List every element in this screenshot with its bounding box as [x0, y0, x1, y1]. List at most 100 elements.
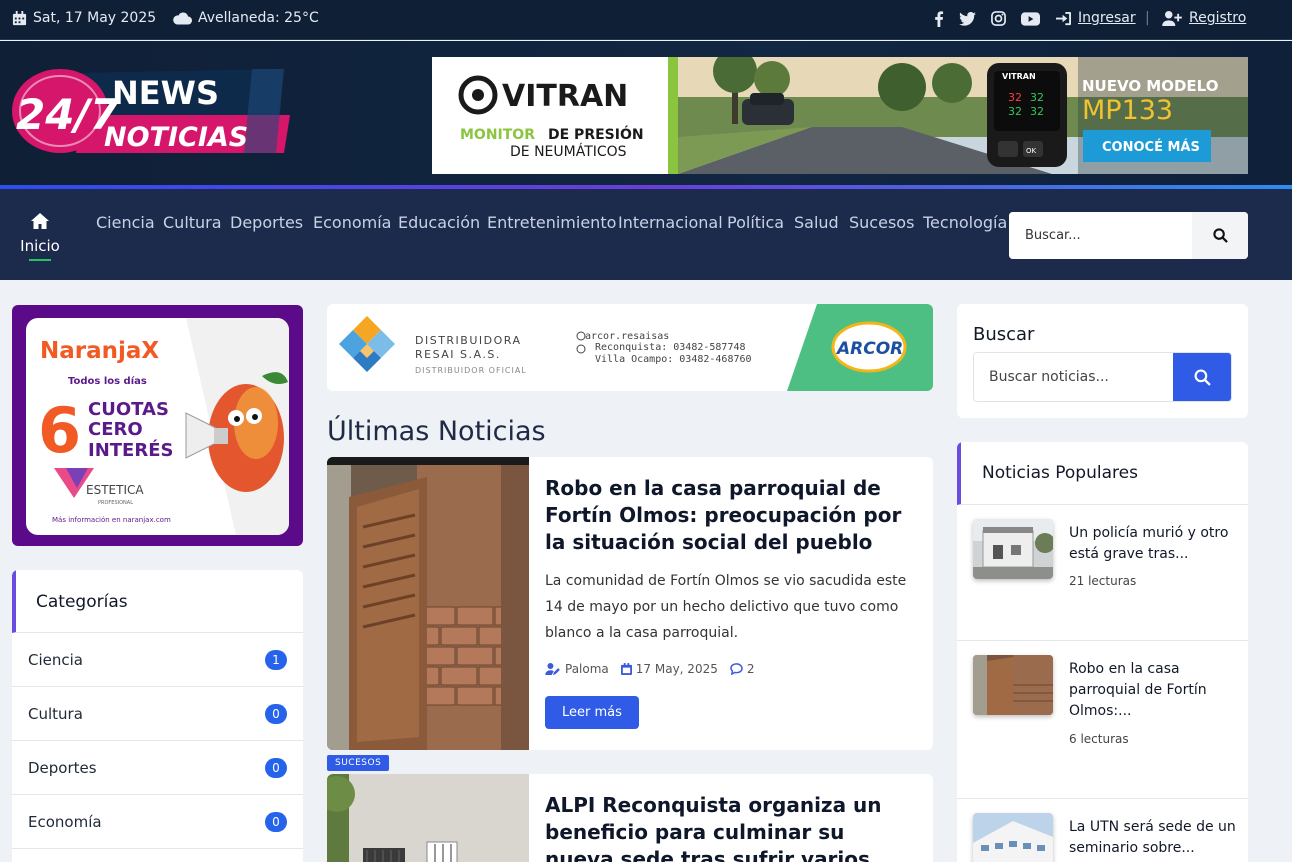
popular-thumbnail[interactable] [973, 655, 1053, 715]
article-comments[interactable]: 2 [730, 662, 755, 676]
search-icon [1212, 228, 1228, 243]
article-author[interactable]: Paloma [545, 662, 609, 676]
nav-item-sucesos[interactable]: Sucesos [849, 213, 914, 232]
twitter-icon[interactable] [959, 12, 976, 26]
ad-brand: VITRAN [502, 79, 628, 114]
popular-item[interactable]: Robo en la casa parroquial de Fortín Olm… [957, 641, 1248, 799]
comment-count[interactable]: 2 [747, 662, 755, 676]
nav-item-entretenimiento[interactable]: Entretenimiento [487, 213, 616, 232]
category-name[interactable]: Deportes [28, 759, 97, 777]
categories-widget: Categorías Ciencia 1 Cultura 0 Deportes … [12, 570, 303, 862]
ad-company-2: RESAI S.A.S. [415, 348, 501, 361]
article-body: Robo en la casa parroquial de Fortín Olm… [545, 475, 917, 729]
logo-line1: NEWS [112, 74, 219, 112]
promo-text3: INTERÉS [88, 439, 173, 461]
ad-line2: DE NEUMÁTICOS [510, 143, 627, 160]
nav-home-label[interactable]: Inicio [20, 237, 60, 255]
login-label[interactable]: Ingresar [1078, 10, 1136, 26]
date-display: Sat, 17 May 2025 [12, 10, 156, 26]
user-edit-icon [545, 663, 560, 675]
popular-news-widget: Noticias Populares Un policía murió y ot… [957, 442, 1248, 862]
article-thumbnail[interactable] [327, 774, 529, 862]
weather-display: Avellaneda: 25°C [172, 10, 319, 26]
article-date: 17 May, 2025 [620, 662, 718, 676]
facebook-icon[interactable] [934, 11, 944, 27]
weather-text: Avellaneda: 25°C [198, 10, 319, 26]
nav-item-deportes[interactable]: Deportes [230, 213, 303, 232]
promo-footer: Más información en naranjax.com [52, 516, 171, 524]
logo-line2: NOTICIAS [104, 122, 248, 153]
site-logo[interactable]: 24/7 NEWS NOTICIAS [12, 67, 292, 159]
article-thumbnail[interactable] [327, 457, 529, 750]
article-card: ALPI Reconquista organiza un beneficio p… [327, 774, 933, 862]
device-reading-2: 32 [1030, 91, 1044, 104]
nav-home[interactable]: Inicio [20, 213, 60, 261]
promo-text2: CERO [88, 419, 143, 440]
nav-item-salud[interactable]: Salud [794, 213, 839, 232]
active-indicator [29, 259, 51, 261]
nav-item-educacion[interactable]: Educación [398, 213, 480, 232]
ad-social: arcor.resaisas [585, 331, 669, 342]
popular-item[interactable]: Un policía murió y otro está grave tras.… [957, 505, 1248, 641]
category-item-cultura[interactable]: Cultura 0 [12, 687, 303, 741]
category-item-ciencia[interactable]: Ciencia 1 [12, 633, 303, 687]
login-link[interactable]: Ingresar [1055, 10, 1136, 26]
ad-headline: NUEVO MODELO [1082, 77, 1218, 95]
sidebar-search-title: Buscar [973, 324, 1035, 345]
register-link[interactable]: Registro [1162, 10, 1246, 26]
sidebar-search-box [973, 352, 1232, 402]
promo-brand: NaranjaX [40, 338, 159, 364]
register-label[interactable]: Registro [1189, 10, 1246, 26]
calendar-icon [620, 663, 632, 675]
nav-item-internacional[interactable]: Internacional [618, 213, 723, 232]
article-card: Robo en la casa parroquial de Fortín Olm… [327, 457, 933, 750]
read-more-button[interactable]: Leer más [545, 696, 639, 729]
top-bar: Sat, 17 May 2025 Avellaneda: 25°C Ingres… [0, 0, 1292, 40]
nav-item-ciencia[interactable]: Ciencia [96, 213, 155, 232]
article-title[interactable]: ALPI Reconquista organiza un beneficio p… [545, 792, 917, 862]
nav-search [1009, 212, 1248, 259]
promo-partner: ESTETICA [86, 483, 144, 497]
ad-line1-prefix: MONITOR [460, 127, 535, 143]
category-count-badge: 0 [265, 757, 287, 778]
ad-company-1: DISTRIBUIDORA [415, 334, 522, 347]
popular-item-title[interactable]: La UTN será sede de un seminario sobre..… [1069, 817, 1239, 859]
site-header: 24/7 NEWS NOTICIAS VITRAN 32 32 32 32 OK… [0, 41, 1292, 187]
author-name[interactable]: Paloma [565, 662, 609, 676]
popular-item-title[interactable]: Robo en la casa parroquial de Fortín Olm… [1069, 659, 1239, 722]
date-text: 17 May, 2025 [635, 662, 718, 676]
category-name[interactable]: Cultura [28, 705, 83, 723]
nav-item-tecnologia[interactable]: Tecnología [923, 213, 1007, 232]
nav-search-button[interactable] [1192, 212, 1248, 259]
category-name[interactable]: Economía [28, 813, 102, 831]
sidebar-search-button[interactable] [1173, 353, 1231, 401]
youtube-icon[interactable] [1021, 12, 1040, 26]
popular-thumbnail[interactable] [973, 519, 1053, 579]
category-item-deportes[interactable]: Deportes 0 [12, 741, 303, 795]
category-tag[interactable]: SUCESOS [327, 755, 390, 771]
article-body: ALPI Reconquista organiza un beneficio p… [545, 792, 917, 862]
nav-search-input[interactable] [1009, 212, 1192, 259]
promo-ad[interactable]: NaranjaX Todos los días 6 CUOTAS CERO IN… [12, 305, 303, 546]
sidebar-search-widget: Buscar [957, 304, 1248, 418]
instagram-icon[interactable] [991, 11, 1006, 26]
popular-thumbnail[interactable] [973, 813, 1053, 862]
center-ad-banner[interactable]: ARCOR DISTRIBUIDORA RESAI S.A.S. DISTRIB… [327, 304, 933, 391]
popular-item[interactable]: La UTN será sede de un seminario sobre..… [957, 799, 1248, 862]
date-text: Sat, 17 May 2025 [33, 10, 157, 26]
nav-item-cultura[interactable]: Cultura [163, 213, 222, 232]
promo-card: NaranjaX Todos los días 6 CUOTAS CERO IN… [26, 318, 289, 535]
sidebar-search-input[interactable] [974, 353, 1173, 401]
popular-item-reads: 21 lecturas [1069, 574, 1137, 588]
category-item-economia[interactable]: Economía 0 [12, 795, 303, 849]
nav-item-politica[interactable]: Política [727, 213, 784, 232]
article-title[interactable]: Robo en la casa parroquial de Fortín Olm… [545, 475, 917, 556]
popular-item-title[interactable]: Un policía murió y otro está grave tras.… [1069, 523, 1239, 565]
ad-line1-suffix: DE PRESIÓN [548, 125, 644, 143]
ad-phone-1: Reconquista: 03482-587748 [595, 342, 746, 353]
category-name[interactable]: Ciencia [28, 651, 83, 669]
nav-item-economia[interactable]: Economía [313, 213, 391, 232]
ad-company-3: DISTRIBUIDOR OFICIAL [415, 366, 527, 375]
home-icon [31, 213, 49, 229]
header-ad-banner[interactable]: VITRAN 32 32 32 32 OK VITRAN MONITOR DE … [432, 57, 1248, 174]
